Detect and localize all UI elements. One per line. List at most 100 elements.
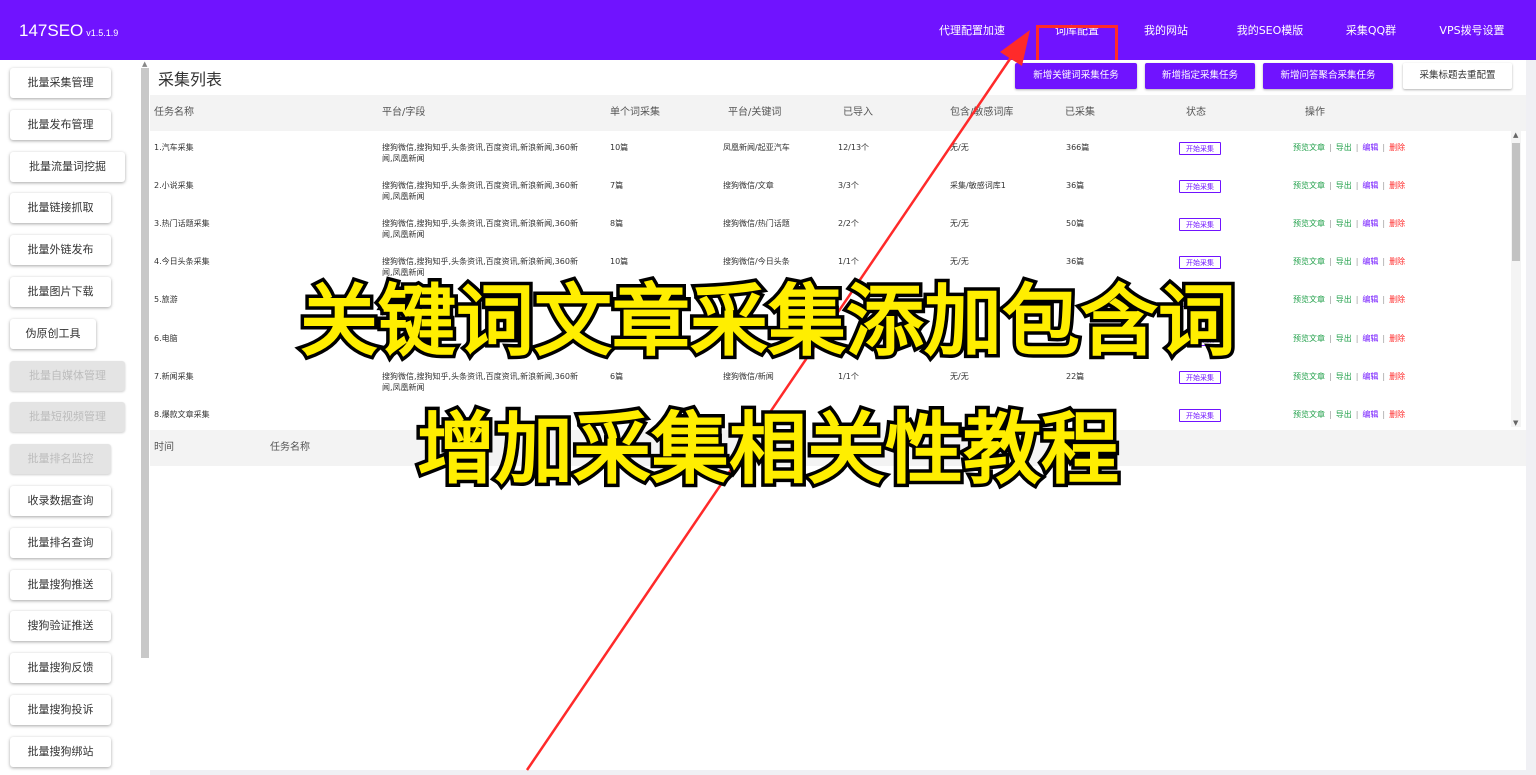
cell-platform-field: 搜狗微信,搜狗知乎,头条资讯,百度资讯,新浪新闻,360新闻,凤凰新闻 xyxy=(382,181,578,201)
separator: | xyxy=(1382,257,1386,266)
start-collect-button[interactable]: 开始采集 xyxy=(1179,180,1221,193)
add-specified-task-button[interactable]: 新增指定采集任务 xyxy=(1145,63,1255,89)
row-actions: 预览文章 | 导出 | 编辑 | 删除 xyxy=(1293,218,1405,229)
export-link[interactable]: 导出 xyxy=(1336,181,1352,190)
separator: | xyxy=(1355,143,1359,152)
preview-article-link[interactable]: 预览文章 xyxy=(1293,143,1325,152)
table-row[interactable]: 3.热门话题采集 搜狗微信,搜狗知乎,头条资讯,百度资讯,新浪新闻,360新闻,凤… xyxy=(150,207,1510,245)
preview-article-link[interactable]: 预览文章 xyxy=(1293,257,1325,266)
cell-task-name: 3.热门话题采集 xyxy=(154,219,210,228)
cell-platform-keyword: 搜狗微信/今日头条 xyxy=(723,257,790,266)
export-link[interactable]: 导出 xyxy=(1336,219,1352,228)
edit-link[interactable]: 编辑 xyxy=(1362,372,1378,381)
delete-link[interactable]: 删除 xyxy=(1389,257,1405,266)
row-actions: 预览文章 | 导出 | 编辑 | 删除 xyxy=(1293,256,1405,267)
cell-collected: 22篇 xyxy=(1066,372,1085,381)
cell-imported: 3/3个 xyxy=(838,181,859,190)
cell-task-name: 1.汽车采集 xyxy=(154,143,194,152)
edit-link[interactable]: 编辑 xyxy=(1362,257,1378,266)
edit-link[interactable]: 编辑 xyxy=(1362,219,1378,228)
sidebar-item-5[interactable]: 批量外链发布 xyxy=(10,235,111,266)
cell-per-word: 10篇 xyxy=(610,257,629,266)
cell-imported: 2/2个 xyxy=(838,219,859,228)
col-actions: 操作 xyxy=(1305,107,1325,118)
sidebar-item-17[interactable]: 批量搜狗绑站 xyxy=(10,736,111,767)
delete-link[interactable]: 删除 xyxy=(1389,372,1405,381)
preview-article-link[interactable]: 预览文章 xyxy=(1293,181,1325,190)
separator: | xyxy=(1329,219,1332,228)
export-link[interactable]: 导出 xyxy=(1336,257,1352,266)
cell-platform-keyword: 凤凰新闻/起亚汽车 xyxy=(723,143,790,152)
edit-link[interactable]: 编辑 xyxy=(1362,181,1378,190)
separator: | xyxy=(1355,257,1359,266)
scroll-up-arrow-icon[interactable]: ▲ xyxy=(142,60,147,68)
cell-per-word: 10篇 xyxy=(610,143,629,152)
separator: | xyxy=(1355,219,1359,228)
col-task-name: 任务名称 xyxy=(154,107,194,118)
add-keyword-task-button[interactable]: 新增关键词采集任务 xyxy=(1015,63,1137,89)
cell-task-name: 4.今日头条采集 xyxy=(154,257,210,266)
separator: | xyxy=(1382,219,1386,228)
cell-lexicon: 无/无 xyxy=(950,257,969,266)
cell-lexicon: 无/无 xyxy=(950,219,969,228)
add-qa-task-button[interactable]: 新增问答聚合采集任务 xyxy=(1263,63,1393,89)
cell-platform-field: 搜狗微信,搜狗知乎,头条资讯,百度资讯,新浪新闻,360新闻,凤凰新闻 xyxy=(382,143,578,163)
cell-collected: 50篇 xyxy=(1066,219,1085,228)
preview-article-link[interactable]: 预览文章 xyxy=(1293,372,1325,381)
sidebar-item-2[interactable]: 批量发布管理 xyxy=(10,109,111,140)
separator: | xyxy=(1329,372,1332,381)
col-imported: 已导入 xyxy=(843,107,873,118)
export-link[interactable]: 导出 xyxy=(1336,143,1352,152)
row-actions: 预览文章 | 导出 | 编辑 | 删除 xyxy=(1293,371,1405,382)
cell-imported: 12/13个 xyxy=(838,143,870,152)
delete-link[interactable]: 删除 xyxy=(1389,143,1405,152)
table-row[interactable]: 2.小说采集 搜狗微信,搜狗知乎,头条资讯,百度资讯,新浪新闻,360新闻,凤凰新… xyxy=(150,169,1510,207)
overlay-caption-line1: 关键词文章采集添加包含词 xyxy=(296,274,1239,371)
start-collect-button[interactable]: 开始采集 xyxy=(1179,142,1221,155)
sidebar-item-3[interactable]: 批量流量词挖掘 xyxy=(10,151,125,182)
cell-platform-keyword: 搜狗微信/新闻 xyxy=(723,372,774,381)
delete-link[interactable]: 删除 xyxy=(1389,219,1405,228)
sidebar-item-4[interactable]: 批量链接抓取 xyxy=(10,193,111,224)
cell-collected: 366篇 xyxy=(1066,143,1090,152)
col-platform-keyword: 平台/关键词 xyxy=(728,107,782,118)
cell-per-word: 6篇 xyxy=(610,372,624,381)
cell-platform-field: 搜狗微信,搜狗知乎,头条资讯,百度资讯,新浪新闻,360新闻,凤凰新闻 xyxy=(382,219,578,239)
separator: | xyxy=(1382,372,1386,381)
title-dedupe-config-button[interactable]: 采集标题去重配置 xyxy=(1403,63,1512,89)
cell-lexicon: 采集/敏感词库1 xyxy=(950,181,1006,190)
separator: | xyxy=(1329,257,1332,266)
cell-collected: 36篇 xyxy=(1066,181,1085,190)
start-collect-button[interactable]: 开始采集 xyxy=(1179,371,1221,384)
cell-platform-keyword: 搜狗微信/文章 xyxy=(723,181,774,190)
page-title: 采集列表 xyxy=(158,70,223,89)
preview-article-link[interactable]: 预览文章 xyxy=(1293,219,1325,228)
table-row[interactable]: 1.汽车采集 搜狗微信,搜狗知乎,头条资讯,百度资讯,新浪新闻,360新闻,凤凰新… xyxy=(150,131,1510,169)
cell-platform-field: 搜狗微信,搜狗知乎,头条资讯,百度资讯,新浪新闻,360新闻,凤凰新闻 xyxy=(382,372,578,392)
edit-link[interactable]: 编辑 xyxy=(1362,143,1378,152)
separator: | xyxy=(1329,181,1332,190)
separator: | xyxy=(1355,372,1359,381)
cell-lexicon: 无/无 xyxy=(950,143,969,152)
delete-link[interactable]: 删除 xyxy=(1389,181,1405,190)
overlay-caption-line2: 增加采集相关性教程 xyxy=(413,402,1122,499)
col-lexicon: 包含/敏感词库 xyxy=(950,107,1014,118)
start-collect-button[interactable]: 开始采集 xyxy=(1179,256,1221,269)
export-link[interactable]: 导出 xyxy=(1336,372,1352,381)
cell-task-name: 7.新闻采集 xyxy=(154,372,194,381)
sidebar-item-15[interactable]: 批量搜狗反馈 xyxy=(10,653,111,684)
start-collect-button[interactable]: 开始采集 xyxy=(1179,218,1221,231)
sidebar-item-14[interactable]: 搜狗验证推送 xyxy=(10,611,111,642)
sidebar-item-1[interactable]: 批量采集管理 xyxy=(10,68,111,98)
cell-platform-keyword: 搜狗微信/热门话题 xyxy=(723,219,790,228)
table-scroll-thumb[interactable] xyxy=(1512,143,1520,261)
separator: | xyxy=(1382,143,1386,152)
sidebar-item-16[interactable]: 批量搜狗投诉 xyxy=(10,695,111,725)
separator: | xyxy=(1329,143,1332,152)
sidebar-item-12[interactable]: 批量排名查询 xyxy=(10,527,111,558)
col-platform-field: 平台/字段 xyxy=(382,107,426,118)
sidebar-item-13[interactable]: 批量搜狗推送 xyxy=(10,569,111,600)
table-scroll-up-icon[interactable]: ▲ xyxy=(1513,131,1518,139)
cell-imported: 1/1个 xyxy=(838,257,859,266)
row-actions: 预览文章 | 导出 | 编辑 | 删除 xyxy=(1293,180,1405,191)
